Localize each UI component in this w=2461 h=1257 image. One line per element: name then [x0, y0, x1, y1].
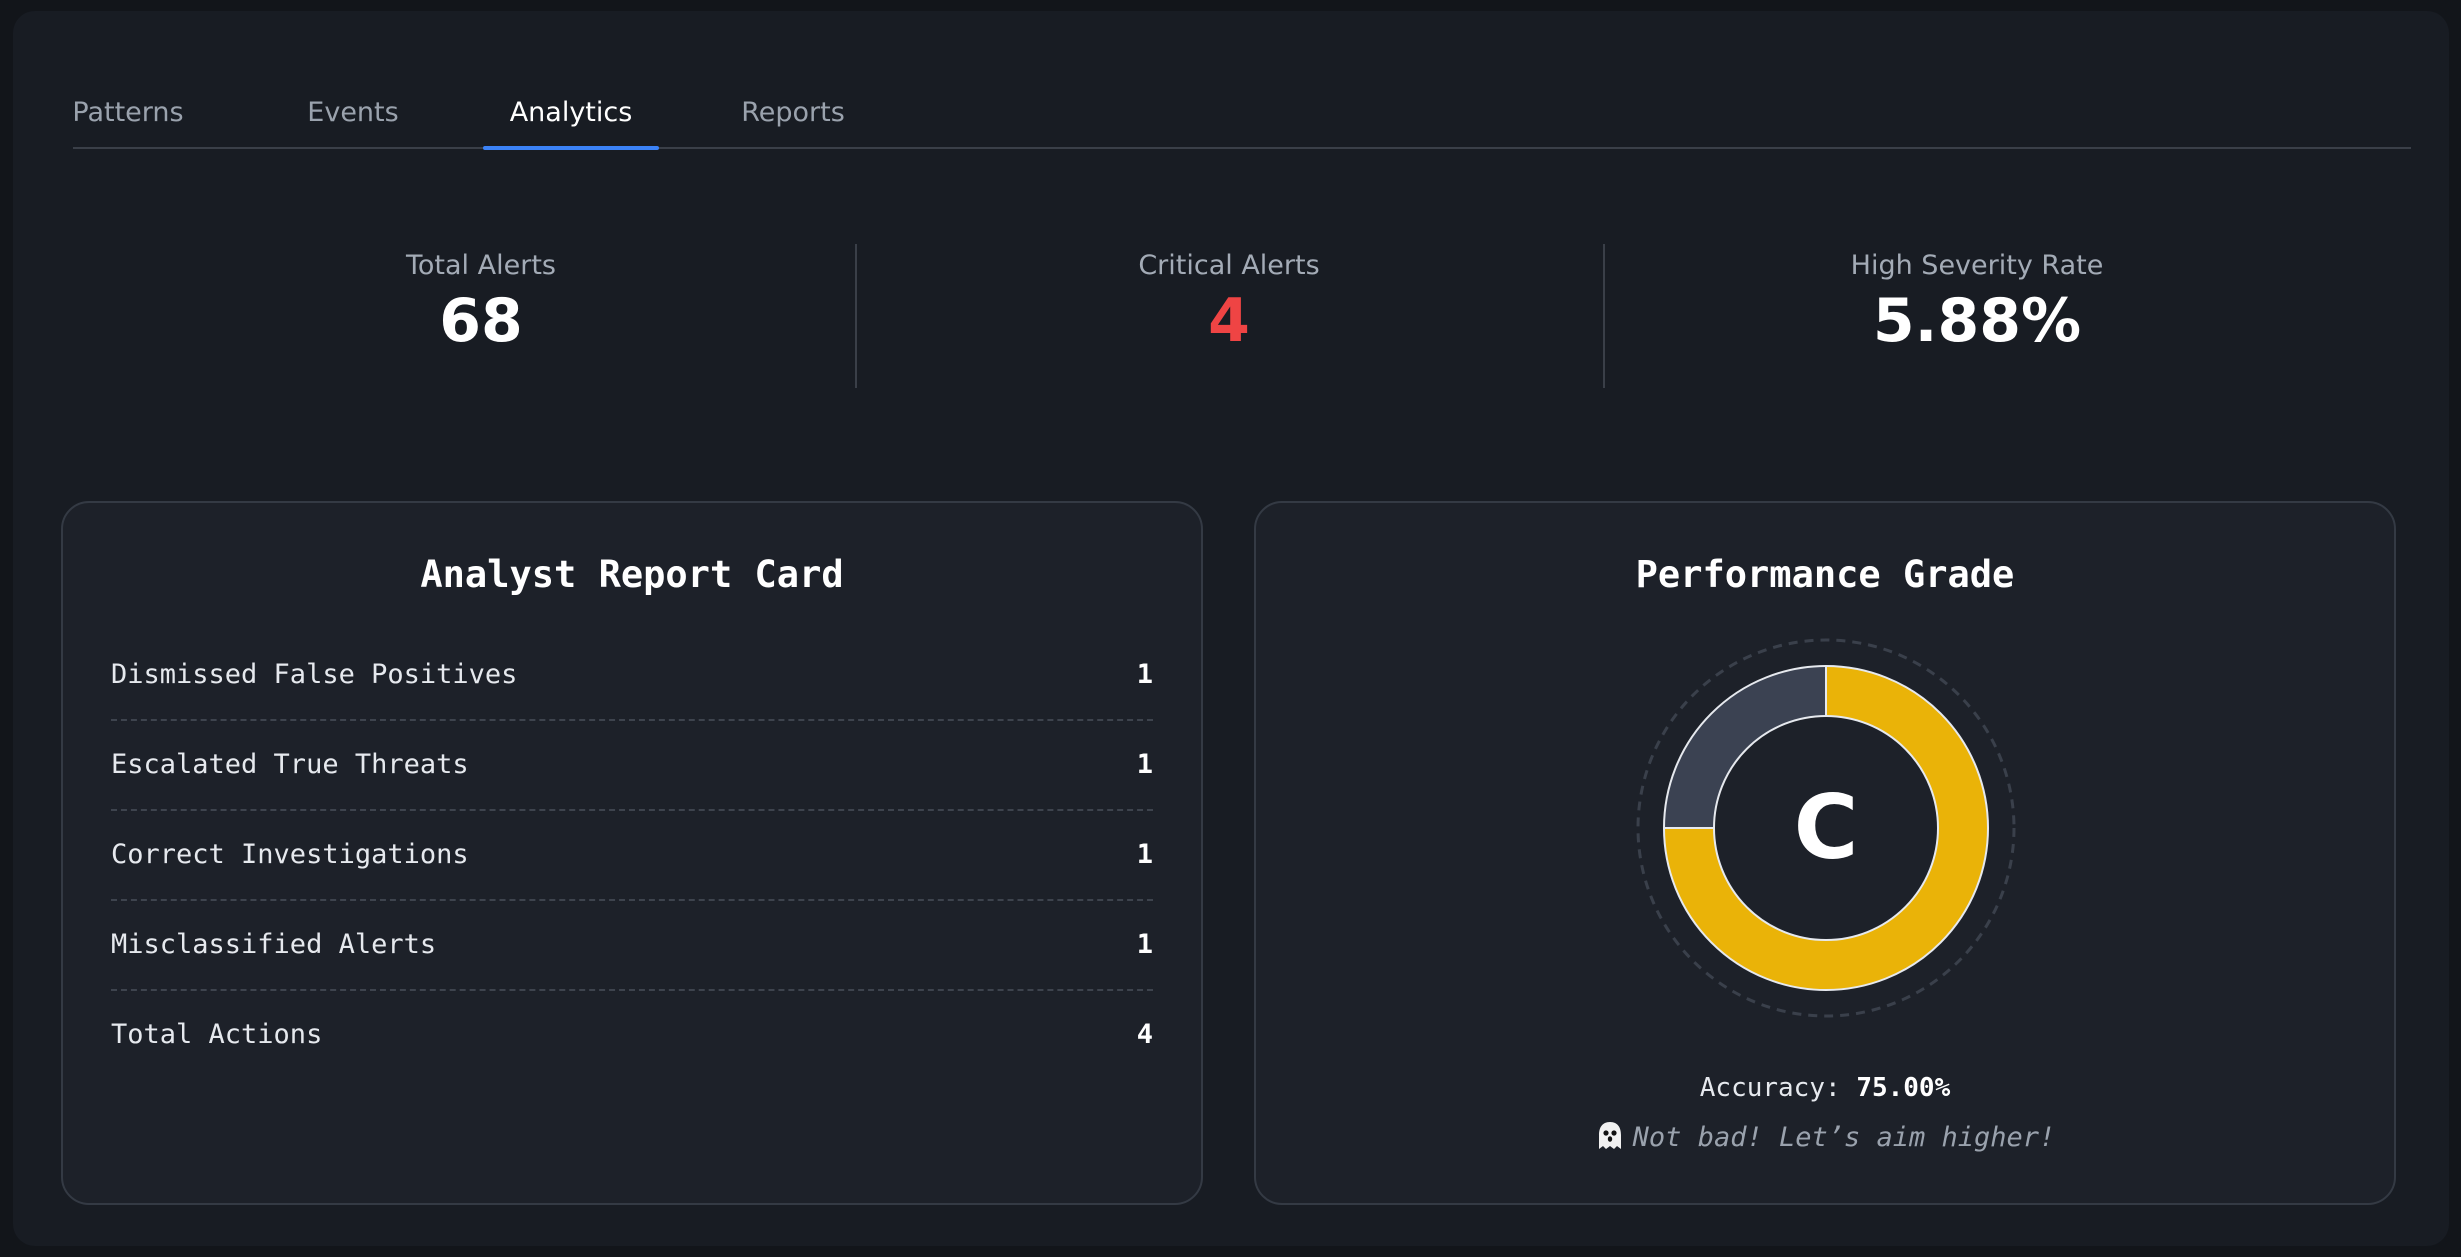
report-row-label: Correct Investigations	[111, 838, 469, 870]
report-row-value: 1	[1136, 838, 1153, 870]
stat-divider	[1603, 244, 1605, 388]
performance-card: Performance Grade C Accuracy: 75.00% Not…	[1254, 501, 2396, 1205]
tab-bar: Patterns Events Analytics Reports	[72, 77, 2411, 150]
stat-value: 5.88%	[1872, 285, 2082, 356]
report-row-misclassified: Misclassified Alerts 1	[111, 899, 1153, 991]
accuracy-value: 75.00%	[1856, 1073, 1951, 1103]
report-row-label: Escalated True Threats	[111, 748, 469, 780]
grade-donut-svg: C	[1636, 638, 2016, 1018]
report-card: Analyst Report Card Dismissed False Posi…	[61, 501, 1203, 1205]
stat-value: 68	[439, 285, 523, 356]
tab-analytics[interactable]: Analytics	[483, 77, 659, 150]
report-row-value: 1	[1136, 928, 1153, 960]
app-frame: Patterns Events Analytics Reports Total …	[13, 11, 2449, 1246]
stat-critical-alerts: Critical Alerts 4	[879, 251, 1579, 356]
report-row-dismissed: Dismissed False Positives 1	[111, 629, 1153, 721]
stat-total-alerts: Total Alerts 68	[131, 251, 831, 356]
stat-label: High Severity Rate	[1850, 250, 2104, 281]
tab-events[interactable]: Events	[298, 77, 408, 147]
grade-letter: C	[1794, 776, 1859, 879]
tab-patterns[interactable]: Patterns	[72, 77, 183, 147]
report-row-label: Misclassified Alerts	[111, 928, 437, 960]
report-row-label: Total Actions	[111, 1018, 323, 1050]
stat-label: Critical Alerts	[1138, 250, 1320, 281]
stat-value: 4	[1208, 285, 1250, 356]
stat-label: Total Alerts	[406, 250, 556, 281]
report-row-label: Dismissed False Positives	[111, 658, 518, 690]
ghost-icon	[1595, 1120, 1625, 1159]
grade-donut: C	[1636, 638, 2016, 1018]
performance-title: Performance Grade	[1635, 553, 2015, 596]
report-row-value: 4	[1136, 1018, 1153, 1050]
report-row-escalated: Escalated True Threats 1	[111, 719, 1153, 811]
tab-reports[interactable]: Reports	[733, 77, 853, 147]
accuracy-line: Accuracy: 75.00%	[1256, 1073, 2394, 1103]
report-card-title: Analyst Report Card	[420, 553, 844, 596]
report-row-total: Total Actions 4	[111, 989, 1153, 1079]
report-row-correct: Correct Investigations 1	[111, 809, 1153, 901]
report-row-value: 1	[1136, 658, 1153, 690]
accuracy-label: Accuracy:	[1699, 1073, 1841, 1103]
feedback-message: Not bad! Let’s aim higher!	[1256, 1120, 2394, 1159]
feedback-text: Not bad! Let’s aim higher!	[1632, 1122, 2056, 1153]
stat-divider	[855, 244, 857, 388]
report-row-value: 1	[1136, 748, 1153, 780]
stat-high-severity-rate: High Severity Rate 5.88%	[1627, 251, 2327, 356]
